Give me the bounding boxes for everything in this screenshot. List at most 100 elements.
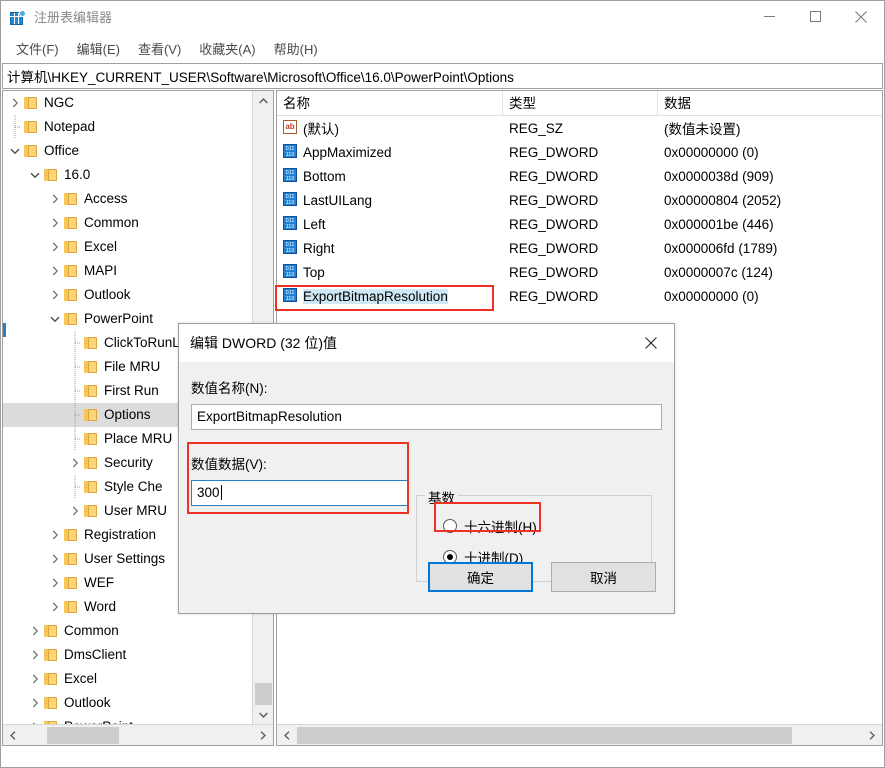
scroll-thumb[interactable] [255,683,272,705]
chevron-down-icon[interactable] [47,307,63,331]
folder-icon [23,95,39,111]
scroll-down-icon[interactable] [253,705,274,725]
radio-button-icon[interactable] [443,519,457,533]
window-title: 注册表编辑器 [34,1,112,34]
dialog-button-row: 确定 取消 [179,562,676,592]
value-type-cell: REG_DWORD [503,145,658,160]
menu-edit[interactable]: 编辑(E) [68,36,129,61]
chevron-down-icon[interactable] [7,139,23,163]
value-type-cell: REG_DWORD [503,289,658,304]
radio-hexadecimal[interactable]: 十六进制(H) [443,515,651,537]
tree-item-mapi[interactable]: MAPI [3,259,252,283]
tree-item-dmsclient[interactable]: DmsClient [3,643,252,667]
value-type-cell: REG_DWORD [503,193,658,208]
tree-item-label: User MRU [104,499,167,523]
tree-item-label: Place MRU [104,427,172,451]
ok-button[interactable]: 确定 [428,562,533,592]
folder-icon [43,167,59,183]
menu-file[interactable]: 文件(F) [7,36,68,61]
tree-horizontal-scrollbar[interactable] [3,724,273,745]
tree-item-16-0[interactable]: 16.0 [3,163,252,187]
cancel-button[interactable]: 取消 [551,562,656,592]
tree-line [67,379,83,403]
tree-item-excel[interactable]: Excel [3,235,252,259]
value-name-text: LastUILang [303,193,372,208]
value-name-input[interactable]: ExportBitmapResolution [191,404,662,430]
scroll-right-icon[interactable] [862,725,882,746]
minimize-button[interactable] [746,1,792,32]
address-bar[interactable]: 计算机\HKEY_CURRENT_USER\Software\Microsoft… [2,63,883,89]
chevron-right-icon[interactable] [67,451,83,475]
table-row[interactable]: ab(默认)REG_SZ(数值未设置) [277,116,882,140]
tree-item-access[interactable]: Access [3,187,252,211]
value-type-cell: REG_DWORD [503,265,658,280]
chevron-down-icon[interactable] [27,163,43,187]
maximize-button[interactable] [792,1,838,32]
scroll-thumb[interactable] [297,727,792,744]
scroll-up-icon[interactable] [253,91,274,111]
tree-item-ngc[interactable]: NGC [3,91,252,115]
table-row[interactable]: 011110LastUILangREG_DWORD0x00000804 (205… [277,188,882,212]
table-row[interactable]: 011110LeftREG_DWORD0x000001be (446) [277,212,882,236]
menu-help[interactable]: 帮助(H) [265,36,327,61]
folder-icon [43,671,59,687]
chevron-right-icon[interactable] [27,691,43,715]
chevron-right-icon[interactable] [27,643,43,667]
table-row[interactable]: 011110BottomREG_DWORD0x0000038d (909) [277,164,882,188]
value-data-cell: 0x000006fd (1789) [658,241,882,256]
folder-icon [63,575,79,591]
scroll-left-icon[interactable] [277,725,297,746]
column-header-data[interactable]: 数据 [658,91,882,116]
tree-item-outlook[interactable]: Outlook [3,691,252,715]
tree-line [67,331,83,355]
folder-icon [83,431,99,447]
folder-icon [83,479,99,495]
folder-icon [63,263,79,279]
scroll-thumb[interactable] [47,727,119,744]
chevron-right-icon[interactable] [7,91,23,115]
menu-favorites[interactable]: 收藏夹(A) [190,36,264,61]
chevron-right-icon[interactable] [27,667,43,691]
chevron-right-icon[interactable] [47,211,63,235]
folder-icon [63,287,79,303]
chevron-right-icon[interactable] [47,595,63,619]
table-row[interactable]: 011110ExportBitmapResolutionREG_DWORD0x0… [277,284,882,308]
value-name-text: Bottom [303,169,346,184]
chevron-right-icon[interactable] [47,283,63,307]
menu-view[interactable]: 查看(V) [129,36,190,61]
tree-item-notepad[interactable]: Notepad [3,115,252,139]
chevron-right-icon[interactable] [47,523,63,547]
close-button[interactable] [838,1,884,32]
tree-item-excel[interactable]: Excel [3,667,252,691]
tree-item-outlook[interactable]: Outlook [3,283,252,307]
dword-value-icon: 011110 [282,144,299,160]
column-header-type[interactable]: 类型 [503,91,658,116]
tree-item-common[interactable]: Common [3,619,252,643]
chevron-right-icon[interactable] [27,619,43,643]
menu-bar: 文件(F) 编辑(E) 查看(V) 收藏夹(A) 帮助(H) [1,34,884,62]
tree-item-label: Style Che [104,475,163,499]
value-data-input[interactable]: 300 [191,480,409,506]
chevron-right-icon[interactable] [67,499,83,523]
dialog-close-button[interactable] [628,328,674,358]
table-row[interactable]: 011110RightREG_DWORD0x000006fd (1789) [277,236,882,260]
chevron-right-icon[interactable] [47,259,63,283]
chevron-right-icon[interactable] [47,571,63,595]
chevron-right-icon[interactable] [47,187,63,211]
table-row[interactable]: 011110AppMaximizedREG_DWORD0x00000000 (0… [277,140,882,164]
scroll-left-icon[interactable] [3,725,23,746]
tree-item-label: DmsClient [64,643,126,667]
tree-item-office[interactable]: Office [3,139,252,163]
scroll-right-icon[interactable] [253,725,273,746]
value-type-cell: REG_DWORD [503,241,658,256]
chevron-right-icon[interactable] [47,547,63,571]
value-name-text: AppMaximized [303,145,392,160]
chevron-right-icon[interactable] [47,235,63,259]
column-header-name[interactable]: 名称 [277,91,503,116]
tree-item-common[interactable]: Common [3,211,252,235]
folder-icon [63,215,79,231]
list-horizontal-scrollbar[interactable] [277,724,882,745]
registry-values-list[interactable]: ab(默认)REG_SZ(数值未设置) 011110 AppMaximized REG… [277,116,882,308]
value-name-cell: 011110Bottom [277,168,503,184]
table-row[interactable]: 011110TopREG_DWORD0x0000007c (124) [277,260,882,284]
